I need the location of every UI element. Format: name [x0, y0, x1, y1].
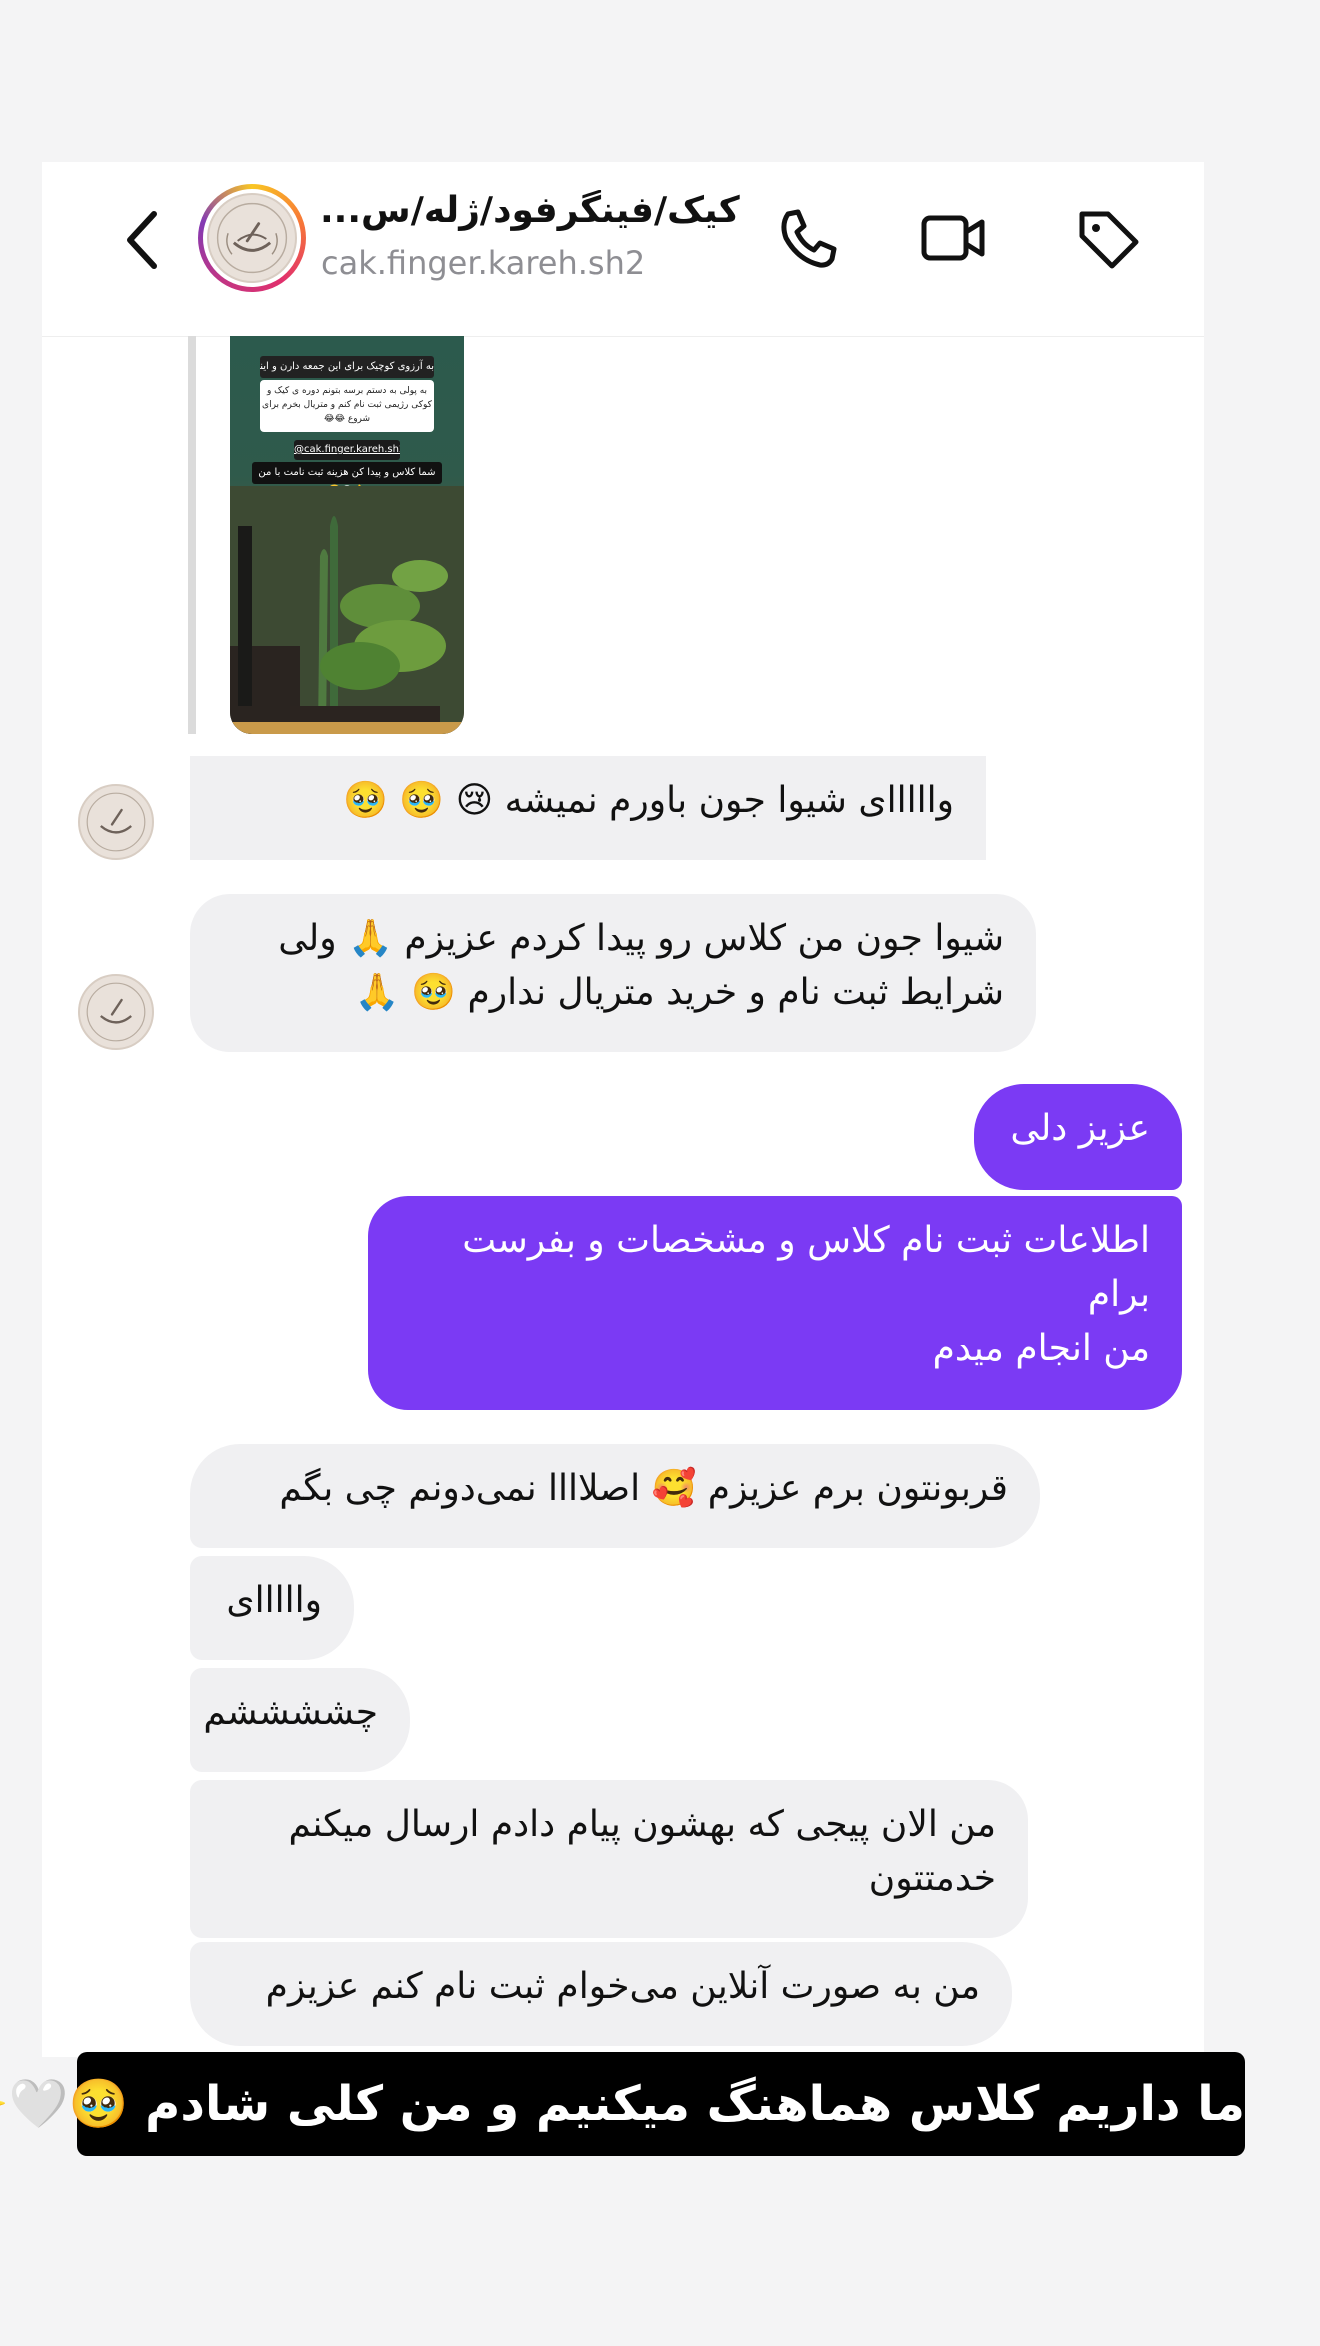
sender-avatar[interactable]	[78, 784, 154, 860]
tag-icon	[1079, 211, 1139, 269]
story-top-text: به آرزوی کوچیک برای این جمعه دارن و اینج…	[260, 356, 434, 378]
audio-call-button[interactable]	[768, 198, 848, 278]
message-outgoing[interactable]: اطلاعات ثبت نام کلاس و مشخصات و بفرست بر…	[368, 1196, 1182, 1410]
story-mention-tag[interactable]: @cak.finger.kareh.sh2	[294, 440, 400, 460]
tag-button[interactable]	[1068, 198, 1148, 278]
chat-title[interactable]: کیک/فینگرفود/ژله/س...	[320, 190, 750, 240]
story-question-box: به پولی به دستم برسه بتونم دوره ی کیک و …	[260, 380, 434, 432]
message-incoming[interactable]: من الان پیجی که بهشون پیام دادم ارسال می…	[190, 1780, 1028, 1938]
message-incoming[interactable]: شیوا جون من کلاس رو پیدا کردم عزیزم 🙏 ول…	[190, 894, 1036, 1052]
message-incoming[interactable]: وااااای شیوا جون باورم نمیشه 😢 🥹 🥹	[190, 756, 986, 860]
phone-icon	[781, 209, 837, 268]
reply-indicator-bar	[188, 336, 196, 734]
profile-avatar[interactable]	[198, 184, 306, 292]
message-incoming[interactable]: من به صورت آنلاین می‌خوام ثبت نام کنم عز…	[190, 1942, 1012, 2046]
brand-logo-icon	[207, 193, 297, 283]
back-button[interactable]	[110, 200, 170, 280]
chat-header: کیک/فینگرفود/ژله/س... cak.finger.kareh.s…	[42, 162, 1204, 337]
message-incoming[interactable]: قربونتون برم عزیزم 🥰 اصلاااا نمی‌دونم چی…	[190, 1444, 1040, 1548]
plant-photo-icon	[230, 486, 464, 734]
video-call-button[interactable]	[914, 198, 994, 278]
message-outgoing[interactable]: عزیز دلی	[974, 1084, 1182, 1190]
message-incoming[interactable]: چششششم	[190, 1668, 410, 1772]
story-reply-thumbnail[interactable]: به آرزوی کوچیک برای این جمعه دارن و اینج…	[230, 336, 464, 734]
story-caption: شما کلاس و پیدا کن هزینه ثبت نامت با من	[252, 462, 442, 484]
message-incoming[interactable]: وااااای	[190, 1556, 354, 1660]
chat-window: کیک/فینگرفود/ژله/س... cak.finger.kareh.s…	[42, 162, 1204, 2057]
sender-avatar[interactable]	[78, 974, 154, 1050]
story-caption-overlay: ما داریم کلاس هماهنگ میکنیم و من کلی شاد…	[0, 2052, 1245, 2156]
video-camera-icon	[921, 215, 985, 261]
chat-username: cak.finger.kareh.sh2	[321, 244, 646, 282]
chevron-left-icon	[127, 211, 157, 269]
